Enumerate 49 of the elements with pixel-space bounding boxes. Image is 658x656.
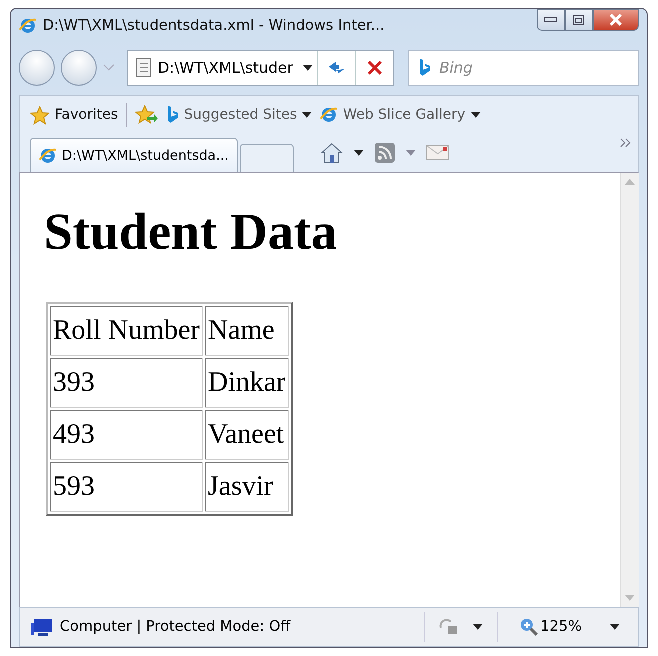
close-icon [609, 14, 623, 26]
address-text: D:\WT\XML\studer [157, 59, 294, 77]
maximize-icon [573, 14, 585, 26]
table-cell: Jasvir [205, 462, 289, 512]
add-favorite-icon[interactable] [135, 105, 160, 125]
search-engine-icon [419, 58, 432, 78]
search-engine-icon [167, 105, 180, 125]
page-heading: Student Data [44, 203, 338, 262]
page-icon [136, 58, 152, 78]
browser-icon [39, 146, 57, 164]
column-header: Roll Number [50, 306, 203, 356]
back-button[interactable] [19, 50, 55, 86]
zoom-icon [520, 618, 538, 636]
caret-icon [470, 112, 481, 118]
column-header: Name [205, 306, 289, 356]
close-icon [366, 60, 383, 76]
favorites-link[interactable]: Web Slice Gallery [320, 106, 481, 124]
home-icon[interactable] [320, 142, 344, 164]
browser-icon [19, 17, 37, 35]
caret-icon[interactable] [610, 624, 620, 630]
star-icon [30, 106, 50, 124]
refresh-icon [326, 60, 347, 76]
close-button[interactable] [593, 9, 639, 31]
caret-icon [303, 65, 314, 71]
browser-icon [320, 106, 338, 124]
favorites-button[interactable]: Favorites [30, 106, 118, 124]
browser-tab[interactable]: D:\WT\XML\studentsda... [30, 138, 238, 172]
table-cell: Vaneet [205, 410, 289, 460]
forward-button[interactable] [61, 50, 97, 86]
chevron-icon[interactable] [620, 138, 632, 148]
minimize-button[interactable] [537, 9, 565, 31]
mail-icon[interactable] [426, 144, 450, 162]
security-zone-text: Computer | Protected Mode: Off [60, 619, 291, 635]
favorites-link[interactable]: Suggested Sites [167, 105, 312, 125]
feed-icon[interactable] [374, 142, 396, 164]
table-cell: 593 [50, 462, 203, 512]
maximize-button[interactable] [565, 9, 593, 31]
window-title: D:\WT\XML\studentsdata.xml - Windows Inter... [43, 18, 386, 34]
caret-icon [302, 112, 312, 118]
table-cell: 493 [50, 410, 203, 460]
table-cell: Dinkar [205, 358, 289, 408]
address-bar[interactable]: D:\WT\XML\studer [127, 50, 394, 86]
caret-icon[interactable] [472, 624, 483, 630]
lock-icon[interactable] [438, 618, 459, 636]
computer-icon [30, 617, 54, 637]
minimize-icon [544, 17, 558, 23]
zoom-button[interactable]: 125% [512, 618, 582, 636]
caret-icon[interactable] [354, 150, 364, 156]
table-cell: 393 [50, 358, 203, 408]
